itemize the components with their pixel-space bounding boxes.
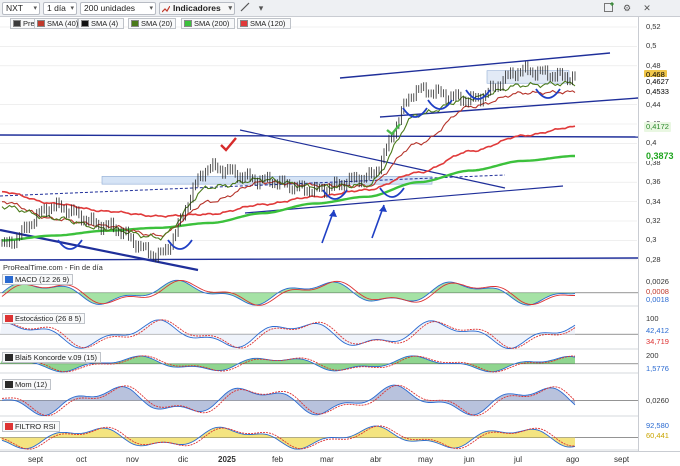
time-axis-label: 2025 [218, 455, 236, 464]
price-tag: 0,3873 [644, 150, 676, 161]
price-tick: 0,34 [646, 196, 661, 206]
macd-tag-1: 0,0026 [646, 277, 669, 286]
symbol-selector[interactable]: NXT ▾ [2, 2, 40, 15]
price-tick: 0,32 [646, 216, 661, 225]
momentum-tag: 0,0260 [646, 396, 669, 405]
time-axis-label: mar [320, 455, 334, 464]
price-tick: 0,28 [646, 254, 661, 264]
legend-item[interactable]: SMA (4) [78, 18, 124, 29]
cup-marker [167, 239, 193, 250]
legend-label: SMA (120) [250, 19, 286, 28]
chevron-down-icon: ▾ [228, 5, 232, 12]
price-tick: 0,36 [646, 177, 661, 187]
time-axis-label: sept [614, 455, 630, 464]
indicators-button[interactable]: Indicadores ▾ [159, 2, 235, 15]
macd-icon [5, 276, 13, 283]
time-axis-label: jul [514, 455, 523, 464]
momentum-label[interactable]: Mom (12) [2, 379, 52, 390]
green-check-marker [386, 123, 401, 136]
close-icon[interactable]: ✕ [640, 2, 654, 15]
stoch-tag-2: 34,719 [646, 337, 669, 346]
stoch-tick-100: 100 [646, 314, 659, 323]
prorealtime-chart-window: NXT ▾ 1 día ▾ 200 unidades ▾ Indicadores ▾ ▾… [0, 0, 680, 466]
red-check-marker [220, 137, 237, 152]
price-tick: 0,3 [646, 235, 657, 245]
price-tick: 0,44 [646, 99, 661, 109]
koncorde-label[interactable]: Blai5 Koncorde v.09 (15) [2, 352, 101, 363]
symbol-label: NXT [6, 3, 23, 13]
legend-item[interactable]: SMA (200) [181, 18, 235, 29]
stoch-tag-1: 42,412 [646, 326, 669, 335]
time-axis-label: dic [178, 455, 189, 464]
chevron-down-icon: ▾ [70, 5, 74, 12]
stochastic-label[interactable]: Estocástico (26 8 5) [2, 313, 86, 324]
moving-average-line [1, 80, 576, 241]
legend-label: SMA (40) [47, 19, 79, 28]
legend-swatch [37, 20, 45, 27]
time-axis-label: sept [28, 455, 44, 464]
price-tick: 0,48 [646, 60, 661, 70]
moving-average-line [2, 154, 575, 242]
panel-area [0, 319, 575, 349]
moving-average-line [1, 89, 576, 238]
period-label: 1 día [47, 3, 66, 13]
koncorde-tag: 1,5776 [646, 364, 669, 373]
units-label: 200 unidades [84, 3, 136, 13]
new-chart-icon[interactable] [602, 2, 616, 15]
drawing-tool-icon[interactable] [238, 2, 252, 15]
chart-toolbar: NXT ▾ 1 día ▾ 200 unidades ▾ Indicadores ▾ ▾… [0, 0, 680, 17]
price-chart[interactable] [0, 17, 680, 275]
indicator-panels[interactable] [0, 275, 680, 451]
koncorde-icon [5, 354, 13, 361]
rsi-tag-2: 60,441 [646, 431, 669, 440]
period-selector[interactable]: 1 día ▾ [43, 2, 77, 15]
time-axis[interactable]: sept oct nov dic 2025 feb mar abr may jun jul ago se… [0, 451, 680, 466]
rsi-filter-label[interactable]: FILTRO RSI [2, 421, 60, 432]
price-tag: 0,4627 [644, 76, 671, 87]
macd-tag-3: 0,0018 [646, 295, 669, 304]
macd-label[interactable]: MACD (12 26 9) [2, 274, 74, 285]
koncorde-tick-200: 200 [646, 351, 659, 360]
indicators-label: Indicadores [173, 3, 221, 13]
chart-legend: PrecioSMA (40)SMA (4)SMA (20)SMA (200)SM… [0, 18, 340, 30]
legend-swatch [13, 20, 21, 27]
legend-swatch [81, 20, 89, 27]
trend-line [0, 134, 639, 138]
moving-average-line [1, 125, 576, 218]
legend-swatch [240, 20, 248, 27]
indicators-icon [161, 5, 171, 13]
trend-line [379, 97, 639, 118]
units-selector[interactable]: 200 unidades ▾ [80, 2, 156, 15]
legend-swatch [131, 20, 139, 27]
time-axis-label: abr [370, 455, 382, 464]
legend-item[interactable]: SMA (40) [34, 18, 78, 29]
price-tick: 0,5 [646, 41, 657, 51]
legend-swatch [184, 20, 192, 27]
legend-label: SMA (4) [91, 19, 119, 28]
time-axis-label: may [418, 455, 434, 464]
cup-marker [535, 88, 561, 99]
legend-item[interactable]: SMA (120) [237, 18, 291, 29]
time-axis-label: jun [464, 455, 475, 464]
price-tick: 0,4 [646, 138, 657, 148]
rsi-tag-1: 92,580 [646, 421, 669, 430]
legend-label: SMA (200) [194, 19, 230, 28]
legend-item[interactable]: SMA (20) [128, 18, 176, 29]
rsi-filter-icon [5, 423, 13, 430]
chevron-down-icon: ▾ [149, 5, 153, 12]
price-tag: 0,4172 [644, 121, 671, 132]
chevron-down-icon: ▾ [33, 5, 37, 12]
stochastic-icon [5, 315, 13, 322]
price-tag: 0,4533 [644, 86, 671, 97]
legend-label: SMA (20) [141, 19, 173, 28]
time-axis-label: oct [76, 455, 87, 464]
time-axis-label: feb [272, 455, 284, 464]
price-tick: 0,52 [646, 22, 661, 31]
more-options-icon[interactable]: ▾ [254, 2, 268, 15]
time-axis-label: ago [566, 455, 580, 464]
watermark: ProRealTime.com - Fin de día [3, 263, 103, 272]
momentum-icon [5, 381, 13, 388]
settings-icon[interactable]: ⚙ [620, 2, 634, 15]
time-axis-label: nov [126, 455, 139, 464]
